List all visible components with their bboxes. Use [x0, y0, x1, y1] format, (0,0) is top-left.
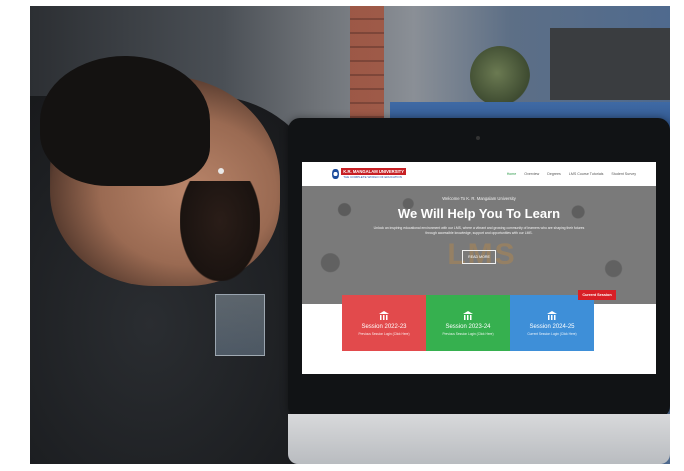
- site-navbar: K.R. MANGALAM UNIVERSITY THE COMPLETE WO…: [302, 162, 656, 186]
- session-card-2022-23[interactable]: Session 2022-23 Previous Session Login (…: [342, 295, 426, 351]
- webcam: [476, 136, 480, 140]
- session-name: Session 2024-25: [529, 323, 575, 330]
- nav-student-survey[interactable]: Student Survey: [611, 172, 636, 176]
- person-hair: [40, 56, 210, 186]
- photo: K.R. MANGALAM UNIVERSITY THE COMPLETE WO…: [30, 6, 670, 464]
- logo-title: K.R. MANGALAM UNIVERSITY: [341, 168, 406, 175]
- person-beard: [180, 181, 260, 281]
- university-building-icon: [547, 310, 557, 320]
- nav-home[interactable]: Home: [507, 172, 517, 176]
- current-session-badge: Current Session: [578, 290, 616, 300]
- session-login-link: Previous Session Login (Click Here): [358, 331, 410, 336]
- logo-tagline: THE COMPLETE WORLD OF EDUCATION: [343, 175, 402, 179]
- earring: [218, 168, 224, 174]
- session-name: Session 2023-24: [445, 323, 491, 330]
- nav-links: Home Overview Degrees LMS Course Tutoria…: [507, 172, 636, 176]
- monitor: K.R. MANGALAM UNIVERSITY THE COMPLETE WO…: [288, 118, 670, 418]
- nav-lms-tutorials[interactable]: LMS Course Tutorials: [569, 172, 604, 176]
- session-card-2023-24[interactable]: Session 2023-24 Previous Session Login (…: [426, 295, 510, 351]
- monitor-screen: K.R. MANGALAM UNIVERSITY THE COMPLETE WO…: [302, 162, 656, 374]
- session-card-2024-25[interactable]: Session 2024-25 Current Session Login (C…: [510, 295, 594, 351]
- session-login-link: Current Session Login (Click Here): [527, 331, 577, 336]
- hero-title: We Will Help You To Learn: [397, 206, 561, 221]
- background-plant: [470, 46, 530, 106]
- logo-seal-icon: [332, 168, 340, 180]
- hero-welcome: Welcome To K. R. Mangalam University: [442, 196, 516, 201]
- university-building-icon: [463, 310, 473, 320]
- read-more-button[interactable]: READ MORE: [462, 250, 496, 264]
- drinking-glass: [215, 294, 265, 356]
- nav-overview[interactable]: Overview: [524, 172, 539, 176]
- hero-description: Unlock an inspiring educational environm…: [373, 226, 585, 235]
- person: [30, 56, 330, 464]
- background-cabinet: [550, 28, 670, 100]
- university-building-icon: [379, 310, 389, 320]
- session-cards: Session 2022-23 Previous Session Login (…: [342, 295, 594, 351]
- nav-degrees[interactable]: Degrees: [547, 172, 561, 176]
- hero-banner: LMS Welcome To K. R. Mangalam University…: [302, 186, 656, 304]
- session-name: Session 2022-23: [361, 323, 407, 330]
- university-logo[interactable]: K.R. MANGALAM UNIVERSITY THE COMPLETE WO…: [332, 166, 406, 182]
- session-login-link: Previous Session Login (Click Here): [442, 331, 494, 336]
- monitor-chin: [288, 414, 670, 464]
